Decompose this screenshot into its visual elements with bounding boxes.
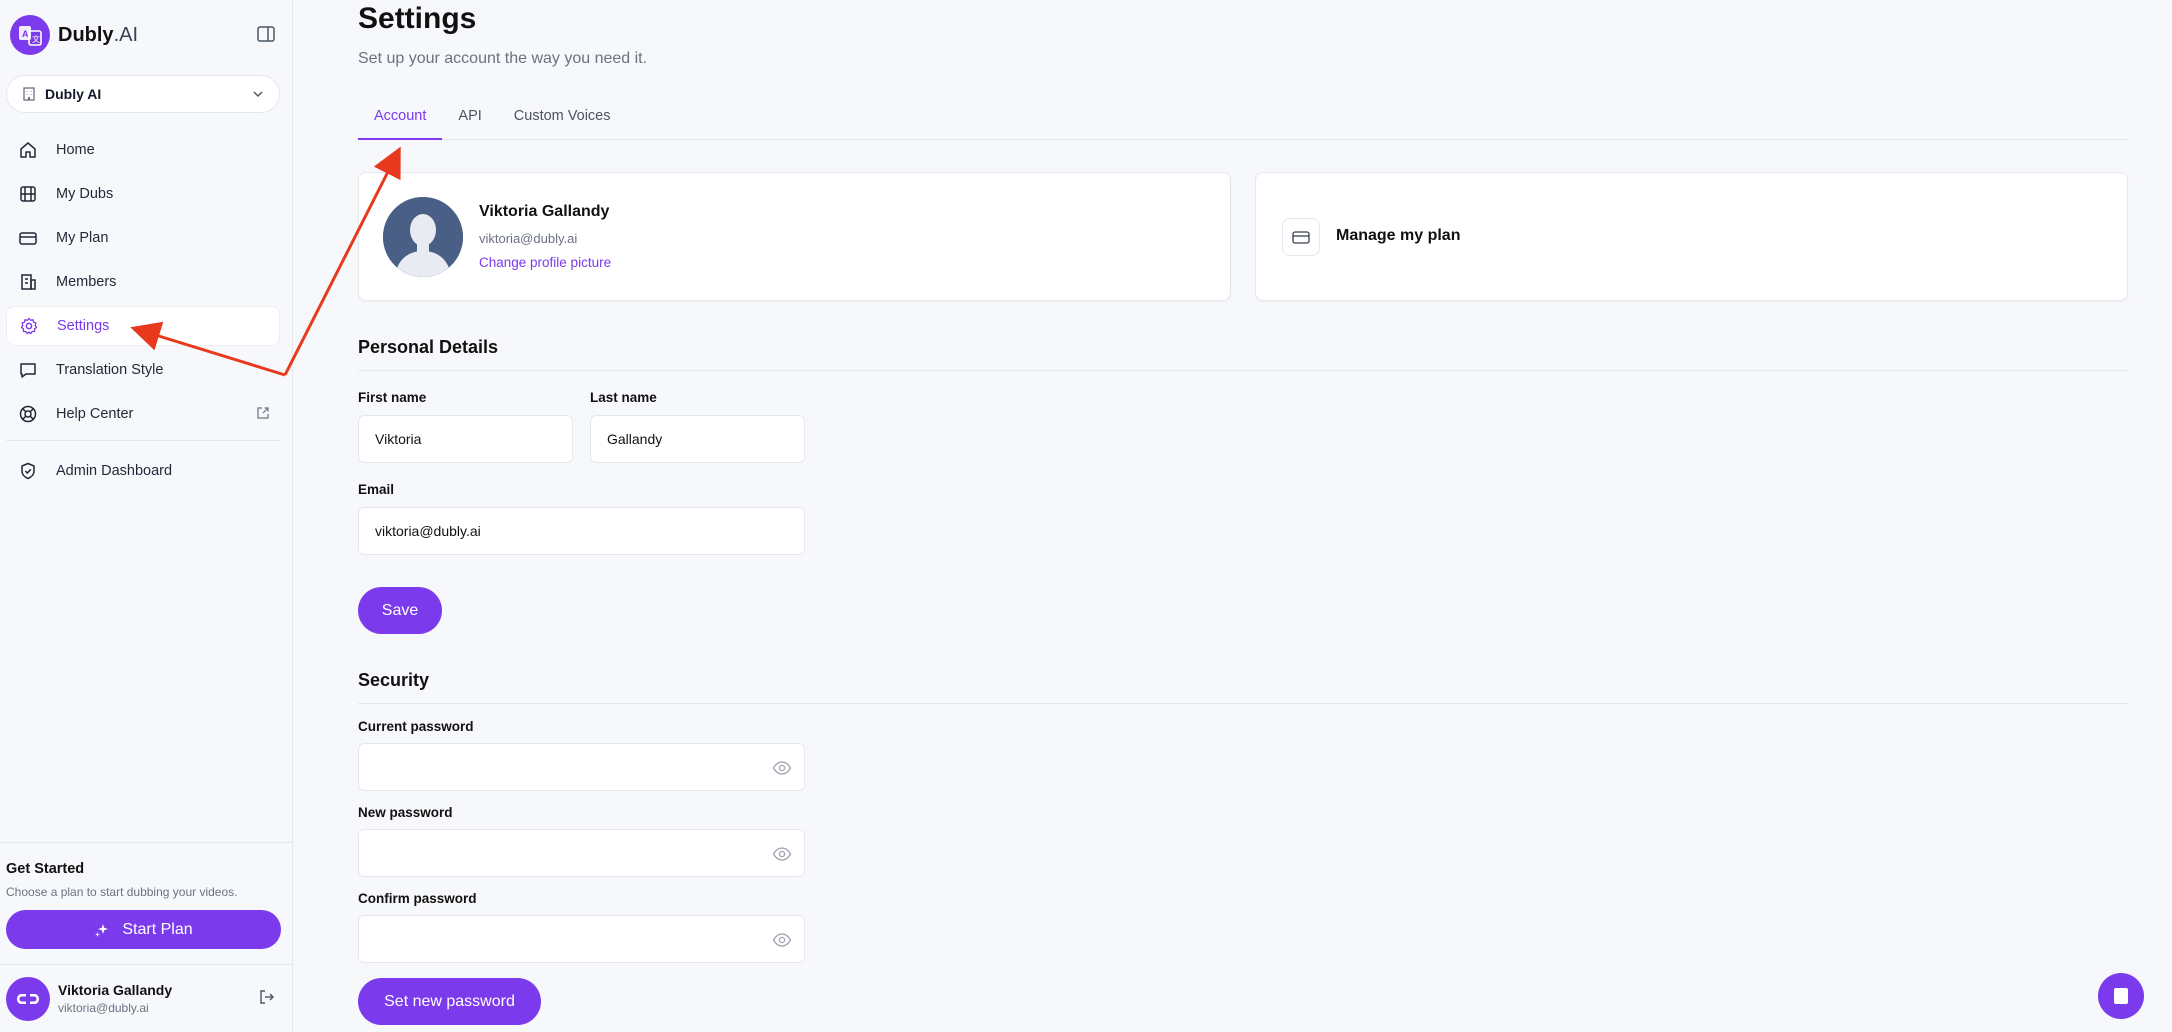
profile-email: viktoria@dubly.ai	[479, 231, 578, 246]
sidebar-item-members[interactable]: Members	[6, 262, 280, 302]
sidebar-item-label: Members	[56, 274, 117, 290]
logout-icon[interactable]	[259, 989, 275, 1005]
get-started-subtitle: Choose a plan to start dubbing your vide…	[6, 885, 238, 899]
current-password-label: Current password	[358, 719, 474, 734]
manage-plan-card[interactable]: Manage my plan	[1255, 172, 2128, 301]
sidebar-nav: Home My Dubs My Plan Members Settings Tr…	[6, 130, 280, 495]
sidebar-item-my-plan[interactable]: My Plan	[6, 218, 280, 258]
settings-page: Settings Set up your account the way you…	[358, 0, 2144, 1032]
brand-logo[interactable]: A文 Dubly.AI	[10, 14, 280, 56]
sidebar-item-settings[interactable]: Settings	[6, 306, 280, 346]
avatar	[6, 976, 50, 1021]
tab-account[interactable]: Account	[358, 100, 443, 140]
credit-card-icon	[18, 228, 38, 248]
current-password-field[interactable]	[358, 743, 805, 791]
message-square-icon	[18, 360, 38, 380]
profile-card: Viktoria Gallandy viktoria@dubly.ai Chan…	[358, 172, 1231, 301]
sidebar-item-admin-dashboard[interactable]: Admin Dashboard	[6, 451, 280, 491]
user-email: viktoria@dubly.ai	[58, 1001, 149, 1015]
email-field[interactable]: viktoria@dubly.ai	[358, 507, 805, 555]
manage-plan-label: Manage my plan	[1336, 227, 1461, 244]
sidebar-item-label: Help Center	[56, 406, 134, 422]
eye-icon[interactable]	[772, 931, 792, 949]
sidebar-item-my-dubs[interactable]: My Dubs	[6, 174, 280, 214]
tab-custom-voices[interactable]: Custom Voices	[498, 100, 627, 140]
profile-picture[interactable]	[383, 197, 463, 277]
sidebar-toggle-icon[interactable]	[256, 24, 280, 48]
user-name: Viktoria Gallandy	[58, 982, 173, 998]
change-profile-picture-link[interactable]: Change profile picture	[479, 255, 611, 270]
workspace-selector[interactable]: Dubly AI	[6, 75, 280, 113]
film-icon	[18, 184, 38, 204]
gear-icon	[19, 316, 39, 336]
sidebar-item-label: Translation Style	[56, 362, 164, 378]
page-title: Settings	[358, 2, 477, 35]
chevron-down-icon	[251, 87, 265, 101]
start-plan-button[interactable]: Start Plan	[6, 910, 281, 949]
user-profile[interactable]: Viktoria Gallandy viktoria@dubly.ai	[0, 964, 293, 1032]
profile-name: Viktoria Gallandy	[479, 203, 610, 220]
sidebar-item-label: My Plan	[56, 230, 109, 246]
first-name-field[interactable]: Viktoria	[358, 415, 573, 463]
chat-widget-button[interactable]	[2098, 973, 2144, 1019]
confirm-password-field[interactable]	[358, 915, 805, 963]
sidebar-item-label: Admin Dashboard	[56, 463, 173, 479]
start-plan-label: Start Plan	[122, 920, 193, 938]
get-started-title: Get Started	[6, 861, 85, 877]
sparkles-icon	[94, 922, 110, 938]
external-link-icon	[256, 406, 270, 420]
logo-icon: A文	[10, 15, 50, 55]
sidebar-item-help-center[interactable]: Help Center	[6, 394, 280, 434]
sidebar: A文 Dubly.AI Dubly AI Home My Dubs My Pla…	[0, 0, 293, 1032]
eye-icon[interactable]	[772, 845, 792, 863]
tab-api[interactable]: API	[442, 100, 497, 140]
sidebar-item-label: Settings	[57, 318, 110, 334]
svg-text:文: 文	[32, 34, 40, 44]
new-password-label: New password	[358, 805, 453, 820]
first-name-label: First name	[358, 390, 427, 405]
last-name-label: Last name	[590, 390, 657, 405]
eye-icon[interactable]	[772, 759, 792, 777]
sidebar-item-translation-style[interactable]: Translation Style	[6, 350, 280, 390]
workspace-name: Dubly AI	[45, 86, 102, 102]
svg-text:A: A	[22, 29, 29, 39]
confirm-password-label: Confirm password	[358, 891, 477, 906]
section-divider	[358, 703, 2128, 704]
brand-name: Dubly.AI	[58, 23, 139, 46]
set-new-password-button[interactable]: Set new password	[358, 978, 541, 1025]
credit-card-icon	[1282, 218, 1320, 256]
home-icon	[18, 140, 38, 160]
life-buoy-icon	[18, 404, 38, 424]
get-started-panel: Get Started Choose a plan to start dubbi…	[0, 842, 293, 949]
chat-icon	[2114, 988, 2128, 1004]
settings-tabs: Account API Custom Voices	[358, 100, 2128, 140]
building-icon	[18, 272, 38, 292]
sidebar-item-label: Home	[56, 142, 95, 158]
last-name-field[interactable]: Gallandy	[590, 415, 805, 463]
sidebar-item-home[interactable]: Home	[6, 130, 280, 170]
email-label: Email	[358, 482, 395, 497]
page-subtitle: Set up your account the way you need it.	[358, 50, 648, 67]
section-divider	[358, 370, 2128, 371]
shield-check-icon	[18, 461, 38, 481]
new-password-field[interactable]	[358, 829, 805, 877]
nav-divider	[6, 440, 280, 441]
save-button[interactable]: Save	[358, 587, 442, 634]
building-icon	[21, 86, 37, 102]
sidebar-item-label: My Dubs	[56, 186, 114, 202]
security-title: Security	[358, 670, 430, 690]
personal-details-title: Personal Details	[358, 337, 499, 357]
